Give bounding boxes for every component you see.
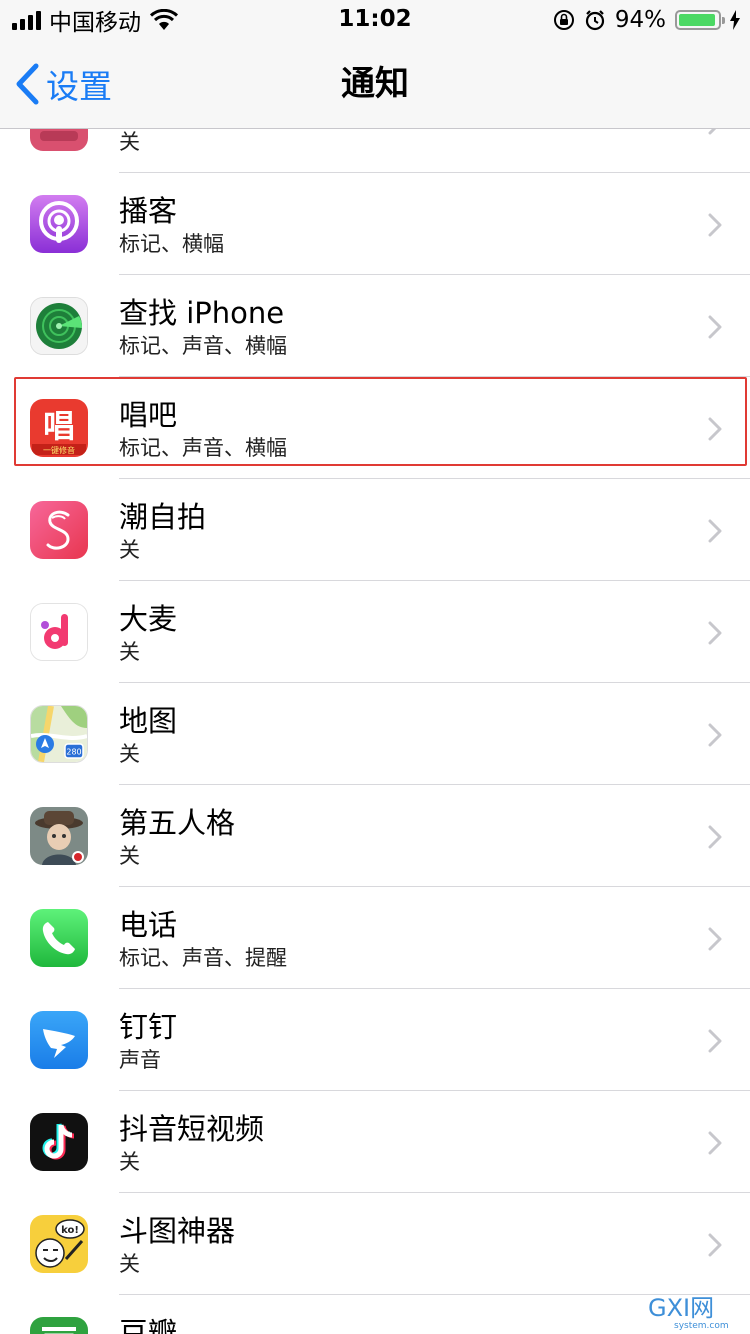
changba-banner-text: 一键修音	[43, 445, 75, 455]
chevron-right-icon	[708, 621, 722, 645]
chevron-right-icon	[708, 315, 722, 339]
list-item[interactable]: 280 地图 关	[0, 683, 750, 785]
app-name: 大麦	[119, 602, 178, 636]
chevron-right-icon	[708, 723, 722, 747]
notification-status: 关	[119, 1252, 140, 1276]
watermark-domain: system.com	[674, 1321, 729, 1330]
list-item[interactable]: ko! 斗图神器 关	[0, 1193, 750, 1295]
list-item[interactable]: 播客 标记、横幅	[0, 173, 750, 275]
chevron-right-icon	[708, 1029, 722, 1053]
chevron-right-icon	[708, 1233, 722, 1257]
list-item[interactable]: 电话 标记、声音、提醒	[0, 887, 750, 989]
list-item[interactable]: 抖音短视频 关	[0, 1091, 750, 1193]
app-name: 钉钉	[119, 1010, 178, 1044]
chevron-right-icon	[708, 927, 722, 951]
app-name: 唱吧	[119, 398, 178, 432]
app-notification-list[interactable]: 关 播客 标记、横幅 查找 iPhone 标记、声音、横幅 唱 一键修音 唱吧 …	[0, 71, 750, 1334]
notifications-screen: 关 播客 标记、横幅 查找 iPhone 标记、声音、横幅 唱 一键修音 唱吧 …	[0, 0, 750, 1334]
notification-status: 声音	[119, 1048, 161, 1072]
maps-icon: 280	[30, 705, 88, 763]
battery-percent: 94%	[614, 7, 666, 33]
notification-status: 关	[119, 538, 140, 562]
chaozipai-icon	[30, 501, 88, 559]
identity-v-icon	[30, 807, 88, 865]
dingtalk-icon	[30, 1011, 88, 1069]
find-iphone-icon	[30, 297, 88, 355]
app-name: 斗图神器	[119, 1214, 236, 1248]
app-name: 潮自拍	[119, 500, 207, 534]
changba-icon: 唱 一键修音	[30, 399, 88, 457]
chevron-right-icon	[708, 1131, 722, 1155]
navigation-bar: 设置 通知	[0, 40, 750, 129]
notification-status: 标记、声音、提醒	[119, 946, 287, 970]
list-item[interactable]: 潮自拍 关	[0, 479, 750, 581]
page-title: 通知	[341, 64, 409, 104]
changba-logo-char: 唱	[43, 407, 75, 445]
status-bar: 中国移动 11:02 94%	[0, 0, 750, 40]
charging-bolt-icon	[730, 10, 740, 30]
notification-status: 关	[119, 130, 140, 154]
app-name: 抖音短视频	[119, 1112, 265, 1146]
list-item[interactable]: 钉钉 声音	[0, 989, 750, 1091]
phone-icon	[30, 909, 88, 967]
doutu-icon: ko!	[30, 1215, 88, 1273]
app-name: 第五人格	[119, 806, 236, 840]
app-name: 播客	[119, 194, 178, 228]
podcasts-icon	[30, 195, 88, 253]
list-item[interactable]: 大麦 关	[0, 581, 750, 683]
notification-status: 标记、声音、横幅	[119, 334, 287, 358]
list-item[interactable]: 查找 iPhone 标记、声音、横幅	[0, 275, 750, 377]
battery-level-fill	[679, 14, 715, 26]
maps-badge-text: 280	[66, 748, 81, 757]
douban-icon	[30, 1317, 88, 1334]
chevron-right-icon	[708, 519, 722, 543]
list-item[interactable]: 唱 一键修音 唱吧 标记、声音、横幅	[0, 377, 750, 479]
chevron-right-icon	[708, 825, 722, 849]
notification-status: 关	[119, 844, 140, 868]
orientation-lock-icon	[553, 10, 574, 30]
chevron-right-icon	[708, 213, 722, 237]
notification-status: 标记、横幅	[119, 232, 224, 256]
notification-status: 标记、声音、横幅	[119, 436, 287, 460]
watermark-logo-text: GXI网	[648, 1294, 714, 1322]
watermark-logo: GXI网 system.com	[648, 1294, 729, 1330]
list-item[interactable]: 第五人格 关	[0, 785, 750, 887]
douyin-icon	[30, 1113, 88, 1171]
app-name: 地图	[119, 704, 178, 738]
doutu-bubble-text: ko!	[61, 1225, 79, 1236]
damai-icon	[30, 603, 88, 661]
alarm-icon	[585, 10, 604, 31]
notification-status: 关	[119, 742, 140, 766]
notification-status: 关	[119, 640, 140, 664]
notification-status: 关	[119, 1150, 140, 1174]
app-name: 查找 iPhone	[119, 296, 285, 330]
chevron-right-icon	[708, 417, 722, 441]
app-name: 豆瓣	[119, 1316, 178, 1334]
app-name: 电话	[119, 908, 178, 942]
battery-icon	[675, 10, 725, 30]
list-item[interactable]: 豆瓣	[0, 1295, 750, 1334]
